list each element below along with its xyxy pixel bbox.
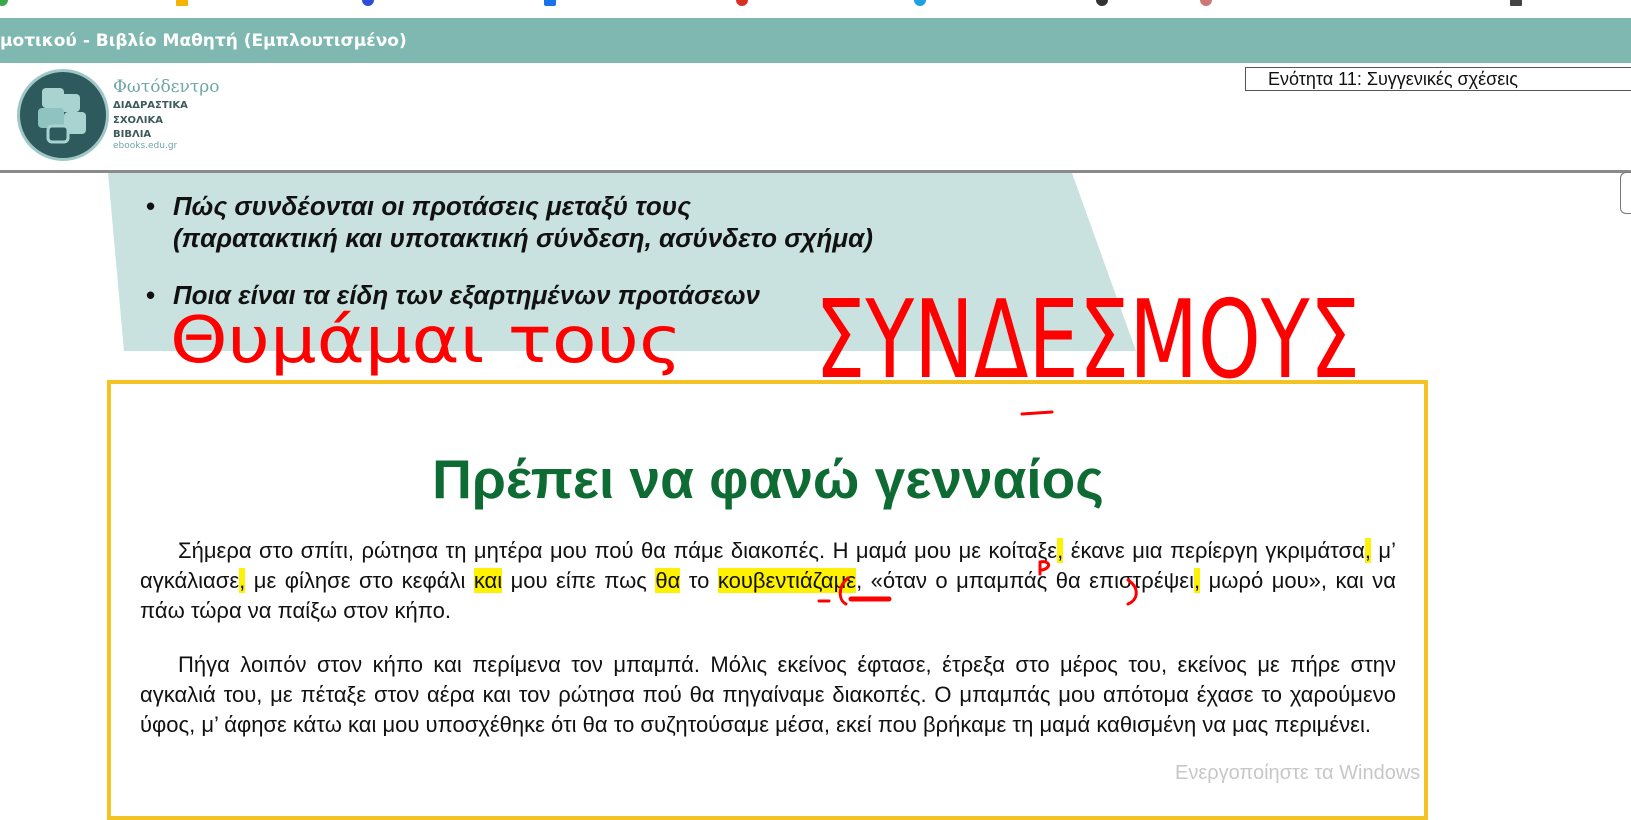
story-paragraph: Σήμερα στο σπίτι, ρώτησα τη μητέρα μου π… [140, 538, 1396, 623]
highlighted-word: και [473, 568, 503, 593]
story-paragraph: Πήγα λοιπόν στον κήπο και περίμενα τον μ… [140, 652, 1396, 737]
story-title: Πρέπει να φανώ γενναίος [432, 448, 1104, 510]
objective-item: Ποια είναι τα είδη των εξαρτημένων προτά… [146, 279, 873, 311]
highlighted-word: κουβεντιάζαμε [717, 568, 857, 593]
objective-item: Πώς συνδέονται οι προτάσεις μεταξύ τους … [146, 190, 873, 254]
underlined-word: πως [604, 568, 647, 593]
windows-watermark: Ενεργοποίηστε τα Windows [1175, 762, 1421, 784]
objectives-list: Πώς συνδέονται οι προτάσεις μεταξύ τους … [146, 190, 873, 311]
story-text: Σήμερα στο σπίτι, ρώτησα τη μητέρα μου π… [140, 536, 1396, 740]
highlighted-word: θα [655, 568, 681, 593]
